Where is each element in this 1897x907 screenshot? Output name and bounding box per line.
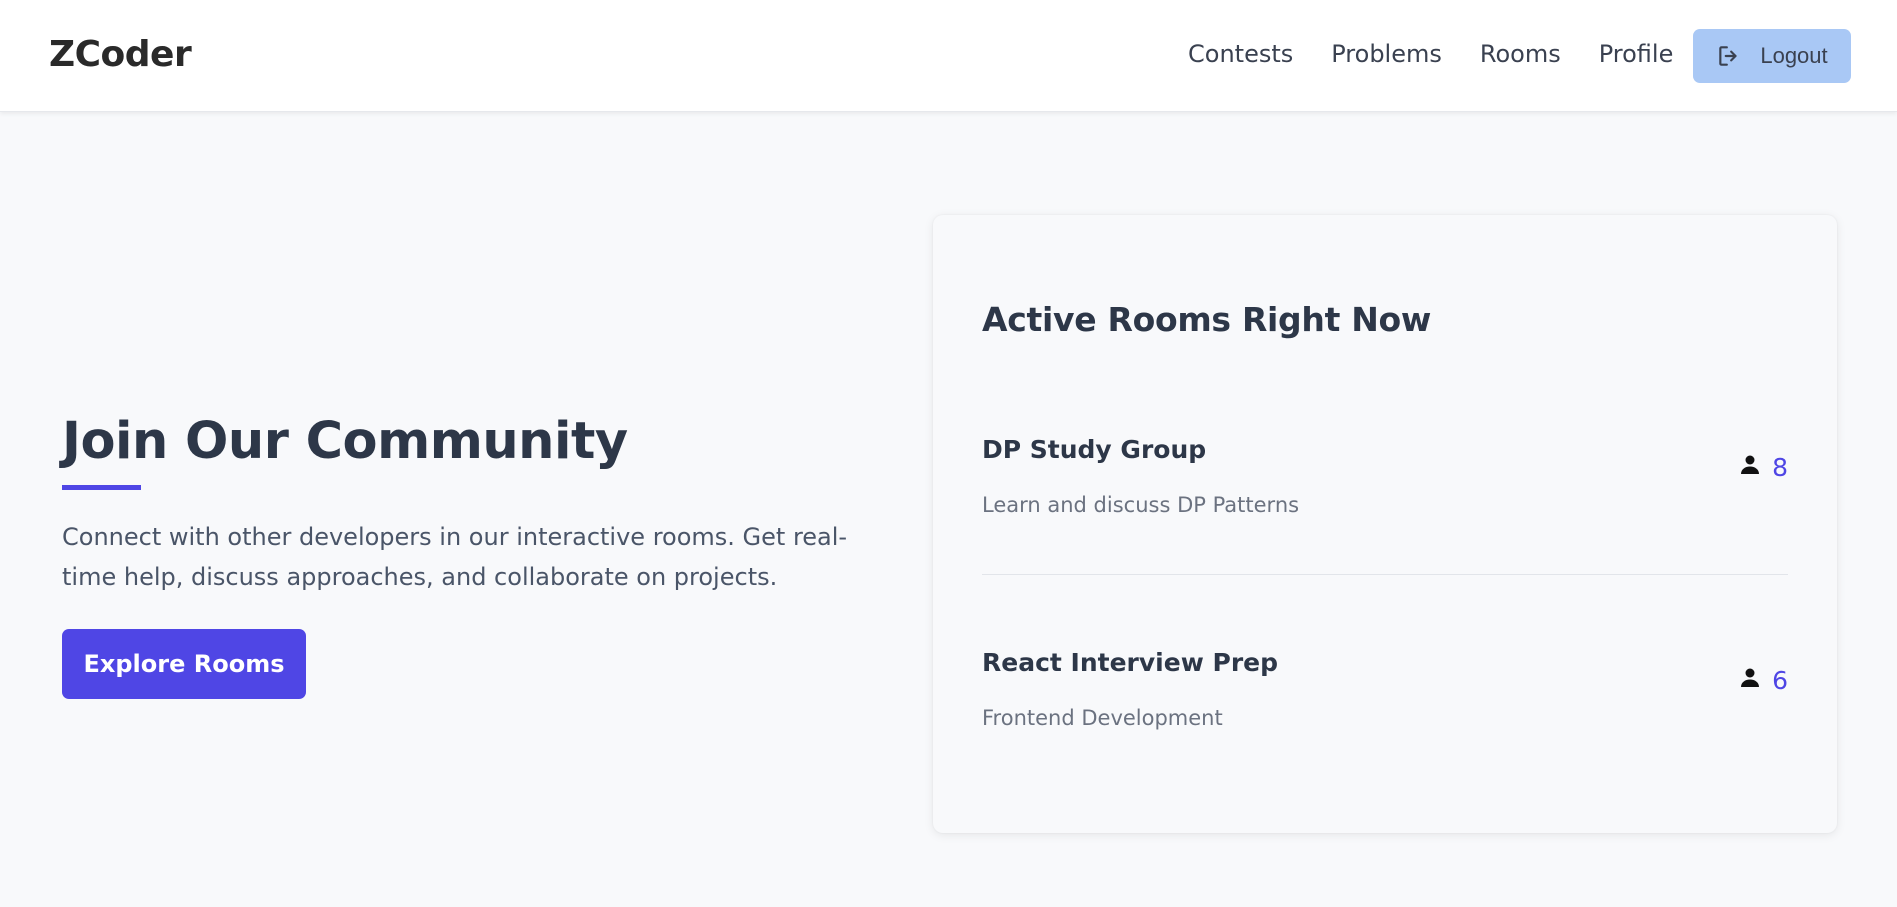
top-navbar: ZCoder Contests Problems Rooms Profile L… bbox=[0, 0, 1897, 112]
nav-link-rooms[interactable]: Rooms bbox=[1480, 40, 1561, 68]
hero-title: Join Our Community bbox=[62, 412, 628, 471]
member-count: 8 bbox=[1772, 453, 1788, 482]
hero-description: Connect with other developers in our int… bbox=[62, 523, 848, 591]
room-description: Frontend Development bbox=[982, 706, 1223, 730]
room-item[interactable]: DP Study Group Learn and discuss DP Patt… bbox=[982, 435, 1788, 575]
user-icon bbox=[1738, 666, 1762, 690]
nav-link-contests[interactable]: Contests bbox=[1188, 40, 1293, 68]
room-name: React Interview Prep bbox=[982, 648, 1279, 677]
nav-links: Contests Problems Rooms Profile bbox=[1188, 40, 1673, 68]
user-icon bbox=[1738, 453, 1762, 477]
logout-label: Logout bbox=[1760, 43, 1828, 68]
logout-icon bbox=[1716, 43, 1742, 69]
active-rooms-card: Active Rooms Right Now DP Study Group Le… bbox=[933, 215, 1837, 833]
title-underline bbox=[62, 485, 141, 490]
logout-button[interactable]: Logout bbox=[1693, 29, 1851, 83]
room-member-count: 6 bbox=[1738, 666, 1788, 695]
nav-link-profile[interactable]: Profile bbox=[1599, 40, 1674, 68]
room-description: Learn and discuss DP Patterns bbox=[982, 493, 1300, 517]
room-item[interactable]: React Interview Prep Frontend Developmen… bbox=[982, 648, 1788, 788]
nav-link-problems[interactable]: Problems bbox=[1331, 40, 1442, 68]
brand-logo[interactable]: ZCoder bbox=[49, 34, 192, 75]
card-title: Active Rooms Right Now bbox=[982, 300, 1432, 339]
member-count: 6 bbox=[1772, 666, 1788, 695]
room-name: DP Study Group bbox=[982, 435, 1207, 464]
explore-rooms-button[interactable]: Explore Rooms bbox=[62, 629, 306, 699]
room-member-count: 8 bbox=[1738, 453, 1788, 482]
